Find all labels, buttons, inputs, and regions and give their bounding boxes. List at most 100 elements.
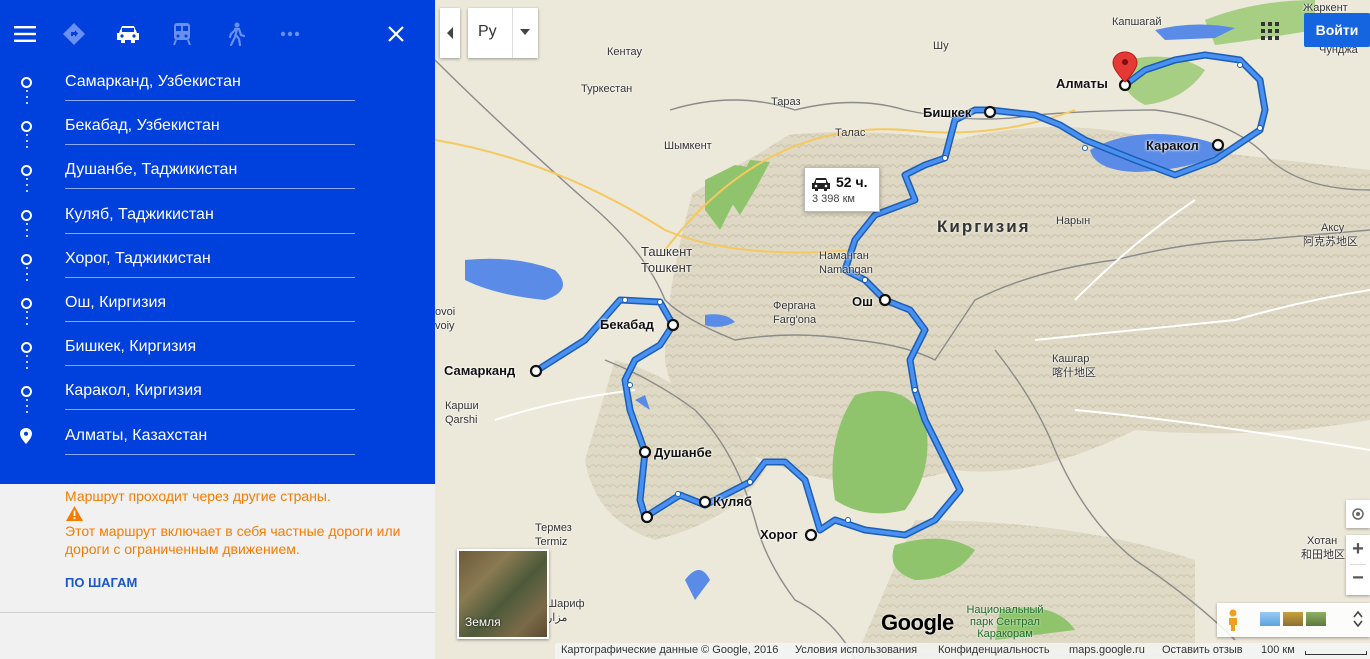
panel-divider <box>0 612 435 613</box>
zoom-in-button[interactable]: + <box>1346 535 1370 564</box>
label-city-dushanbe: Душанбе <box>654 445 712 460</box>
waypoint-input[interactable]: Бишкек, Киргизия <box>65 337 355 367</box>
label-namangan: Наманган <box>819 250 869 262</box>
close-directions-button[interactable] <box>382 20 410 48</box>
location-icon <box>1352 508 1364 520</box>
earth-label: Земля <box>465 615 501 629</box>
waypoint-input[interactable]: Ош, Киргизия <box>65 293 355 322</box>
waypoint-dot-icon <box>21 165 32 177</box>
route-info-bubble[interactable]: 52 ч. 3 398 км <box>804 167 880 212</box>
waypoint-input[interactable]: Самарканд, Узбекистан <box>65 72 355 101</box>
footer-privacy-link[interactable]: Конфиденциальность <box>938 644 1050 656</box>
label-city-karakol: Каракол <box>1146 138 1199 153</box>
waypoint-row[interactable]: Самарканд, Узбекистан <box>0 64 435 108</box>
waypoint-input[interactable]: Душанбе, Таджикистан <box>65 160 355 190</box>
label-karshi: Карши <box>445 400 479 412</box>
step-by-step-link[interactable]: ПО ШАГАМ <box>65 575 137 590</box>
map-canvas[interactable]: Кентау Туркестан Тараз Талас Шымкент Шу … <box>435 0 1370 659</box>
waypoint-dot-icon <box>21 342 32 354</box>
waypoint-input[interactable]: Бекабад, Узбекистан <box>65 116 355 146</box>
photo-thumb-2[interactable] <box>1283 612 1303 626</box>
footer-site-link[interactable]: maps.google.ru <box>1069 644 1145 656</box>
photo-thumb-3[interactable] <box>1306 612 1326 626</box>
more-modes-button[interactable] <box>276 20 304 48</box>
scale-bar <box>1305 651 1367 655</box>
directions-panel: Самарканд, Узбекистан Бекабад, Узбекистан… <box>0 0 435 659</box>
waypoint-input[interactable]: Куляб, Таджикистан <box>65 205 355 234</box>
waypoint-connector <box>26 178 28 196</box>
car-icon <box>117 26 139 43</box>
more-icon <box>280 31 300 37</box>
waypoint-connector <box>26 311 28 329</box>
photo-thumb-1[interactable] <box>1260 612 1280 626</box>
label-city-bekabad: Бекабад <box>600 317 654 332</box>
label-city-osh: Ош <box>852 294 873 309</box>
waypoint-row[interactable]: Алматы, Казахстан <box>0 418 435 462</box>
my-location-button[interactable] <box>1346 500 1370 528</box>
waypoint-input[interactable]: Каракол, Киргизия <box>65 381 355 411</box>
label-tashkent: Ташкент <box>641 244 693 259</box>
footer-feedback-link[interactable]: Оставить отзыв <box>1162 644 1243 656</box>
route-time: 52 ч. <box>836 174 868 190</box>
pegman-icon[interactable] <box>1226 609 1240 631</box>
waypoint-row[interactable]: Каракол, Киргизия <box>0 373 435 417</box>
zoom-control[interactable]: + − <box>1346 535 1370 595</box>
waypoint-row[interactable]: Ош, Киргизия <box>0 285 435 329</box>
waypoint-input[interactable]: Хорог, Таджикистан <box>65 249 355 278</box>
label-kapshagai: Капшагай <box>1112 16 1162 28</box>
label-navoiy-local: voiy <box>435 320 455 332</box>
waypoint-row[interactable]: Бекабад, Узбекистан <box>0 108 435 152</box>
language-selector[interactable]: Ру <box>468 8 538 58</box>
label-city-kulyab: Куляб <box>713 494 752 509</box>
label-city-samarkand: Самарканд <box>444 363 516 378</box>
waypoint-connector <box>26 399 28 417</box>
caret-down-icon <box>520 29 530 35</box>
mode-best-button[interactable] <box>60 20 88 48</box>
waypoint-row[interactable]: Хорог, Таджикистан <box>0 241 435 285</box>
label-aksu-local: 阿克苏地区 <box>1303 236 1358 248</box>
waypoint-row[interactable]: Душанбе, Таджикистан <box>0 152 435 196</box>
mode-car-button[interactable] <box>114 20 142 48</box>
label-navoiy: ovoi <box>435 306 456 318</box>
transit-icon <box>173 23 191 45</box>
apps-grid-icon[interactable] <box>1261 22 1279 40</box>
label-kentau: Кентау <box>607 46 643 58</box>
label-shu: Шу <box>933 40 949 52</box>
street-view-panel[interactable] <box>1217 603 1370 637</box>
waypoint-dot-icon <box>21 298 32 309</box>
footer-copyright: Картографические данные © Google, 2016 <box>561 644 779 656</box>
label-fergana: Фергана <box>773 300 816 312</box>
menu-icon <box>14 26 36 42</box>
walk-icon <box>228 22 245 46</box>
label-namangan-local: Namangan <box>819 264 873 276</box>
waypoint-connector <box>26 90 28 108</box>
expand-icon[interactable] <box>1353 611 1363 627</box>
warning-countries: Маршрут проходит через другие страны. <box>65 488 331 504</box>
label-hotan-local: 和田地区 <box>1301 549 1345 561</box>
earth-view-toggle[interactable]: Земля <box>457 549 549 639</box>
waypoint-connector <box>26 222 28 241</box>
collapse-panel-button[interactable] <box>440 8 460 58</box>
chevron-left-icon <box>447 27 453 39</box>
map-footer: Картографические данные © Google, 2016 У… <box>555 643 1370 659</box>
label-city-almaty: Алматы <box>1056 76 1108 91</box>
label-city-khorog: Хорог <box>760 527 798 542</box>
waypoint-input[interactable]: Алматы, Казахстан <box>65 426 355 455</box>
waypoint-dot-icon <box>21 121 32 133</box>
travel-mode-bar <box>0 0 435 66</box>
label-talas: Талас <box>835 127 866 139</box>
waypoint-connector <box>26 134 28 152</box>
menu-button[interactable] <box>11 20 39 48</box>
mode-walk-button[interactable] <box>222 20 250 48</box>
zoom-out-button[interactable]: − <box>1346 565 1370 594</box>
waypoint-row[interactable]: Бишкек, Киргизия <box>0 329 435 373</box>
waypoint-dot-icon <box>21 253 32 265</box>
waypoint-row[interactable]: Куляб, Таджикистан <box>0 197 435 241</box>
mode-transit-button[interactable] <box>168 20 196 48</box>
signin-button[interactable]: Войти <box>1304 13 1370 47</box>
route-distance: 3 398 км <box>812 193 855 205</box>
label-aksu: Аксу <box>1321 222 1345 234</box>
label-kashgar: Кашгар <box>1052 353 1090 365</box>
footer-terms-link[interactable]: Условия использования <box>795 644 917 656</box>
map-terrain <box>435 0 1370 659</box>
